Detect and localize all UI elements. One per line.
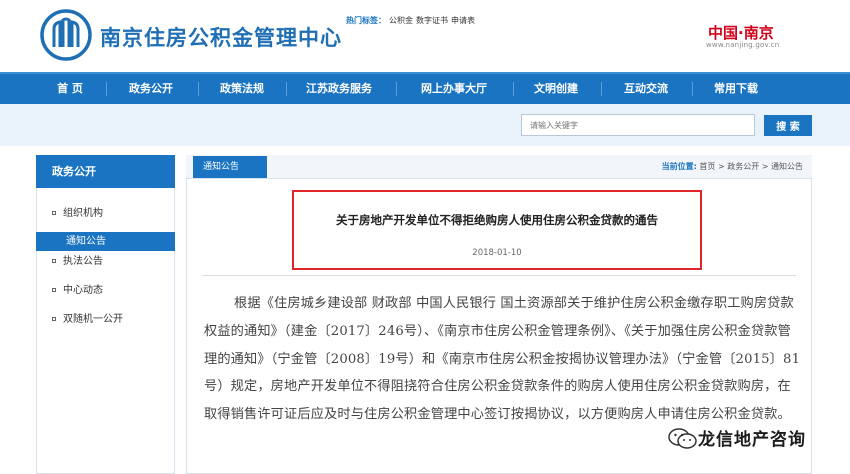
article-paragraph: 根据《住房城乡建设部 财政部 中国人民银行 国土资源部关于维护住房公积金缴存职工… xyxy=(204,296,801,423)
main-nav: 首 页 政务公开 政策法规 江苏政务服务 网上办事大厅 文明创建 互动交流 常用… xyxy=(0,72,850,104)
search-input[interactable] xyxy=(521,114,755,136)
hot-tags-label: 热门标签： xyxy=(346,16,386,25)
sidebar-item-label: 组织机构 xyxy=(63,208,103,219)
sidebar-item-label: 执法公告 xyxy=(63,256,103,267)
nav-divider xyxy=(692,82,693,96)
nav-divider xyxy=(106,82,107,96)
bullet-icon xyxy=(52,288,56,292)
wechat-icon xyxy=(668,428,697,449)
breadcrumb-path[interactable]: 首页 > 政务公开 > 通知公告 xyxy=(699,162,803,171)
nav-divider xyxy=(513,82,514,96)
watermark-text: 龙信地产咨询 xyxy=(698,430,806,450)
nav-divider xyxy=(601,82,602,96)
sidebar-item-enforcement[interactable]: 执法公告 xyxy=(36,252,175,272)
tab-notices[interactable]: 通知公告 xyxy=(193,156,267,178)
title-highlight-box xyxy=(292,190,702,270)
search-button[interactable]: 搜 索 xyxy=(764,115,812,136)
sidebar-item-notices[interactable]: 通知公告 xyxy=(36,232,175,251)
breadcrumb: 当前位置: 首页 > 政务公开 > 通知公告 xyxy=(662,161,803,172)
logo-icon[interactable] xyxy=(40,9,92,61)
city-brand[interactable]: 中国·南京 xyxy=(708,22,774,43)
sidebar-panel xyxy=(36,188,175,474)
city-brand-url: www.nanjing.gov.cn xyxy=(706,41,780,49)
watermark: 龙信地产咨询 xyxy=(668,424,838,454)
nav-item-interaction[interactable]: 互动交流 xyxy=(609,74,683,104)
hot-tag-link[interactable]: 数字证书 xyxy=(416,16,448,25)
nav-item-policy[interactable]: 政策法规 xyxy=(206,74,278,104)
nav-item-online-hall[interactable]: 网上办事大厅 xyxy=(404,74,504,104)
sidebar-title: 政务公开 xyxy=(36,155,175,188)
sidebar-item-center-news[interactable]: 中心动态 xyxy=(36,281,175,301)
bullet-icon xyxy=(52,259,56,263)
divider xyxy=(202,275,796,276)
bullet-icon xyxy=(52,317,56,321)
article-date: 2018-01-10 xyxy=(472,248,522,258)
sidebar-item-label: 中心动态 xyxy=(63,285,103,296)
article-title: 关于房地产开发单位不得拒绝购房人使用住房公积金贷款的通告 xyxy=(336,213,658,227)
nav-item-home[interactable]: 首 页 xyxy=(40,74,100,104)
sidebar-item-organization[interactable]: 组织机构 xyxy=(36,204,175,224)
sidebar-item-random-inspection[interactable]: 双随机一公开 xyxy=(36,310,175,330)
nav-item-gov-affairs[interactable]: 政务公开 xyxy=(115,74,187,104)
sidebar-item-label: 通知公告 xyxy=(66,236,106,247)
site-title[interactable]: 南京住房公积金管理中心 xyxy=(100,22,342,52)
hot-tags: 热门标签： 公积金 数字证书 申请表 xyxy=(346,15,475,26)
breadcrumb-label: 当前位置: xyxy=(661,162,697,171)
nav-divider xyxy=(198,82,199,96)
hot-tag-link[interactable]: 公积金 xyxy=(389,16,413,25)
nav-divider xyxy=(396,82,397,96)
nav-item-jiangsu-service[interactable]: 江苏政务服务 xyxy=(292,74,386,104)
sidebar-item-label: 双随机一公开 xyxy=(63,314,123,325)
nav-item-downloads[interactable]: 常用下载 xyxy=(700,74,772,104)
bullet-icon xyxy=(52,211,56,215)
site-header: 南京住房公积金管理中心 中国·南京 www.nanjing.gov.cn xyxy=(0,0,850,72)
nav-divider xyxy=(286,82,287,96)
nav-item-civilization[interactable]: 文明创建 xyxy=(520,74,592,104)
hot-tag-link[interactable]: 申请表 xyxy=(451,16,475,25)
